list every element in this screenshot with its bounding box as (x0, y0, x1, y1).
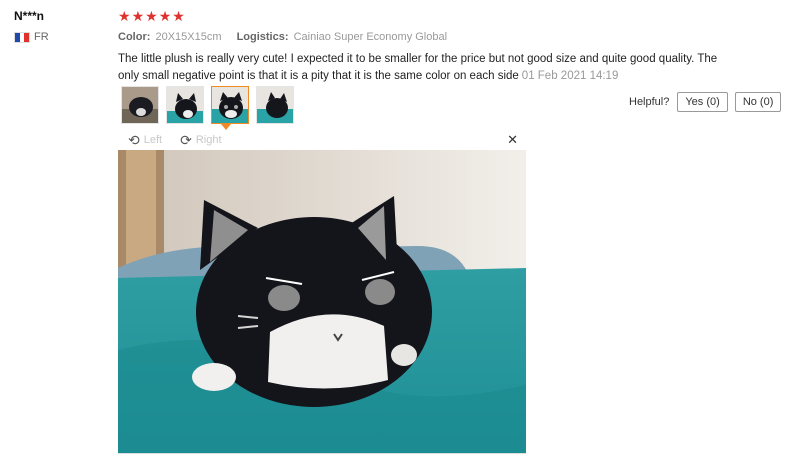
thumbnail-2[interactable] (166, 86, 204, 124)
logistics-value: Cainiao Super Economy Global (293, 31, 448, 43)
thumbnail-4[interactable] (256, 86, 294, 124)
color-label: Color: (118, 31, 151, 43)
thumbnail-image (122, 87, 158, 123)
photo-viewer-toolbar: ⟲ Left ⟳ Right ✕ (118, 130, 526, 150)
reviewer-country: FR (14, 31, 114, 43)
helpful-yes-button[interactable]: Yes (0) (677, 92, 728, 112)
photo-thumbnails (121, 86, 294, 124)
thumbnail-image (212, 87, 248, 123)
thumbnail-image (167, 87, 203, 123)
star-rating: ★ ★ ★ ★ ★ (118, 9, 788, 23)
star-icon: ★ (158, 8, 172, 24)
rotate-right-button[interactable]: ⟳ Right (180, 132, 221, 149)
star-icon: ★ (145, 8, 158, 24)
star-icon: ★ (131, 8, 145, 24)
rotate-right-label: Right (195, 134, 222, 146)
enlarged-review-photo (118, 150, 526, 454)
review-content: The little plush is really very cute! I … (118, 53, 718, 82)
thumbnail-image (257, 87, 293, 123)
logistics-label: Logistics: (236, 31, 289, 43)
color-value: 20X15X15cm (155, 31, 222, 43)
country-code: FR (34, 31, 49, 43)
rotate-left-button[interactable]: ⟲ Left (128, 132, 162, 149)
review-photo-image (118, 150, 526, 453)
helpful-vote: Helpful? Yes (0) No (0) (629, 92, 782, 112)
star-icon: ★ (172, 8, 185, 24)
helpful-label: Helpful? (629, 96, 670, 108)
rotate-right-icon: ⟳ (180, 131, 192, 148)
thumbnail-3[interactable] (211, 86, 249, 124)
reviewer-info: N***n FR (14, 9, 114, 43)
review-meta: Color: 20X15X15cm Logistics: Cainiao Sup… (118, 31, 788, 43)
review-text: The little plush is really very cute! I … (118, 51, 718, 85)
helpful-no-button[interactable]: No (0) (734, 92, 782, 112)
reviewer-name: N***n (14, 9, 45, 23)
review-date: 01 Feb 2021 14:19 (521, 70, 619, 82)
review-body: ★ ★ ★ ★ ★ Color: 20X15X15cm Logistics: C… (118, 9, 788, 85)
rotate-left-label: Left (143, 134, 163, 146)
france-flag-icon (14, 31, 30, 43)
thumbnail-1[interactable] (121, 86, 159, 124)
star-icon: ★ (118, 8, 131, 24)
close-icon[interactable]: ✕ (507, 132, 518, 148)
rotate-left-icon: ⟲ (128, 131, 140, 148)
